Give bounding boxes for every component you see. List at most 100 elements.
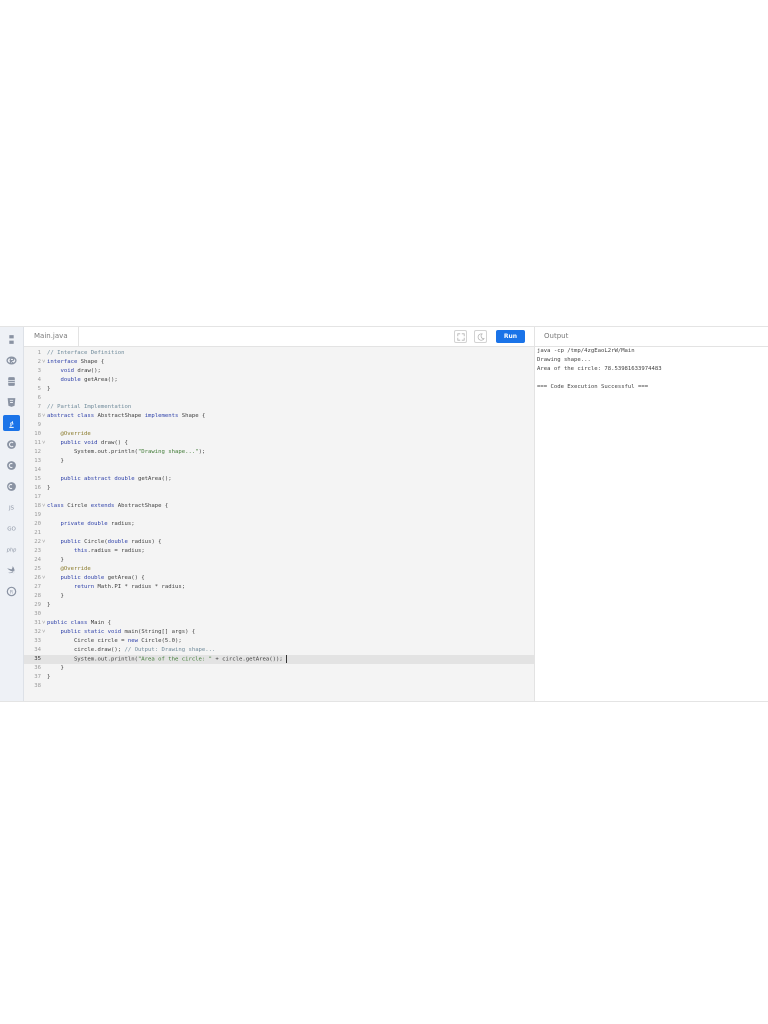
online-compiler-app: JS GO php R Main.java Run 1 // Interface Def… xyxy=(0,326,768,702)
code-line[interactable]: 31 ˅ public class Main { xyxy=(24,619,534,628)
code-text: @Override xyxy=(60,566,91,572)
line-number: 2 xyxy=(37,359,41,365)
line-number: 18 xyxy=(34,503,41,509)
code-line[interactable]: 37} xyxy=(24,673,534,682)
run-button[interactable]: Run xyxy=(496,330,525,343)
code-line[interactable]: 33 Circle circle = new Circle(5.0); xyxy=(24,637,534,646)
code-line[interactable]: 4 double getArea(); xyxy=(24,376,534,385)
theme-toggle-button[interactable] xyxy=(474,330,487,343)
code-text: } xyxy=(47,665,64,671)
code-text: public Circle(double radius) { xyxy=(60,539,162,545)
text-cursor xyxy=(285,655,287,663)
code-line[interactable]: 7 // Partial Implementation xyxy=(24,403,534,412)
java-icon xyxy=(9,420,14,428)
code-line[interactable]: 9 xyxy=(24,421,534,430)
fold-toggle[interactable]: ˅ xyxy=(42,574,46,583)
code-line[interactable]: 10 @Override xyxy=(24,430,534,439)
code-line[interactable]: 14 xyxy=(24,466,534,475)
code-text: } xyxy=(47,485,51,491)
code-text: interface Shape { xyxy=(47,359,105,365)
sidebar-item-swift[interactable] xyxy=(3,562,20,578)
rust-icon: R xyxy=(6,586,17,596)
sidebar-item-javascript[interactable]: JS xyxy=(3,499,20,515)
code-line[interactable]: 20 private double radius; xyxy=(24,520,534,529)
sidebar-item-r[interactable] xyxy=(3,352,20,368)
sidebar-item-cpp[interactable] xyxy=(3,457,20,473)
code-line[interactable]: 3 void draw(); xyxy=(24,367,534,376)
code-line[interactable]: 38 xyxy=(24,682,534,691)
code-line[interactable]: 23 this.radius = radius; xyxy=(24,547,534,556)
code-text: abstract class AbstractShape implements … xyxy=(47,413,206,419)
line-number: 30 xyxy=(34,611,41,617)
code-line[interactable]: 35 System.out.println("Area of the circl… xyxy=(24,655,534,664)
sidebar-item-html5[interactable] xyxy=(3,394,20,410)
code-line[interactable]: 16} xyxy=(24,484,534,493)
sidebar-item-python[interactable] xyxy=(3,331,20,347)
sidebar-item-database[interactable] xyxy=(3,373,20,389)
code-editor[interactable]: 1// Interface Definition 2 ˅ interface Shap… xyxy=(24,347,534,701)
sidebar-item-java[interactable] xyxy=(3,415,20,431)
line-number: 37 xyxy=(34,674,41,680)
code-text: circle.draw(); // Output: Drawing shape.… xyxy=(47,647,216,653)
code-line[interactable]: 36 } xyxy=(24,664,534,673)
sidebar-item-rust[interactable]: R xyxy=(3,583,20,599)
cpp-icon xyxy=(7,460,16,470)
fold-toggle[interactable]: ˅ xyxy=(42,439,46,448)
code-text: public double getArea() { xyxy=(60,575,145,581)
code-line[interactable]: 25 @Override xyxy=(24,565,534,574)
code-line[interactable]: 6 xyxy=(24,394,534,403)
code-line[interactable]: 5} xyxy=(24,385,534,394)
line-number: 8 xyxy=(37,413,41,419)
fullscreen-button[interactable] xyxy=(454,330,467,343)
fold-toggle[interactable]: ˅ xyxy=(42,412,46,421)
code-text: } xyxy=(47,458,64,464)
sidebar-item-c[interactable] xyxy=(3,436,20,452)
fold-toggle[interactable]: ˅ xyxy=(42,358,46,367)
line-number: 13 xyxy=(34,458,41,464)
code-line[interactable]: 18 ˅ class Circle extends AbstractShape { xyxy=(24,502,534,511)
code-line[interactable]: 2 ˅ interface Shape { xyxy=(24,358,534,367)
code-line[interactable]: 34 circle.draw(); // Output: Drawing sha… xyxy=(24,646,534,655)
code-line[interactable]: 26 ˅ public double getArea() { xyxy=(24,574,534,583)
file-tab[interactable]: Main.java xyxy=(24,327,79,346)
fold-toggle[interactable]: ˅ xyxy=(42,502,46,511)
code-text: // Partial Implementation xyxy=(47,404,132,410)
code-line[interactable]: 15 public abstract double getArea(); xyxy=(24,475,534,484)
svg-text:JS: JS xyxy=(8,505,15,511)
code-line[interactable]: 8 ˅ abstract class AbstractShape implement… xyxy=(24,412,534,421)
sidebar-item-php[interactable]: php xyxy=(3,541,20,557)
line-number: 19 xyxy=(34,512,41,518)
code-line[interactable]: 1 // Interface Definition xyxy=(24,349,534,358)
fold-toggle[interactable]: ˅ xyxy=(42,628,46,637)
code-line[interactable]: 27 return Math.PI * radius * radius; xyxy=(24,583,534,592)
sidebar-item-csharp[interactable] xyxy=(3,478,20,494)
code-line[interactable]: 12 System.out.println("Drawing shape..."… xyxy=(24,448,534,457)
svg-text:R: R xyxy=(10,589,14,595)
code-line[interactable]: 30 xyxy=(24,610,534,619)
moon-icon xyxy=(477,332,485,341)
html5-icon xyxy=(7,397,16,407)
code-line[interactable]: 28 } xyxy=(24,592,534,601)
javascript-icon: JS xyxy=(8,505,15,511)
csharp-icon xyxy=(7,481,16,491)
editor-pane: Main.java Run 1// Interface Definition 2 ˅… xyxy=(24,327,534,701)
code-line[interactable]: 19 xyxy=(24,511,534,520)
code-line[interactable]: 32 ˅ public static void main(String[] arg… xyxy=(24,628,534,637)
code-text: @Override xyxy=(60,431,91,437)
fold-toggle[interactable]: ˅ xyxy=(42,619,46,628)
line-number: 36 xyxy=(34,665,41,671)
code-line[interactable]: 17 xyxy=(24,493,534,502)
code-line[interactable]: 24 } xyxy=(24,556,534,565)
code-line[interactable]: 13 } xyxy=(24,457,534,466)
fold-toggle[interactable]: ˅ xyxy=(42,538,46,547)
output-title: Output xyxy=(535,327,768,347)
code-line[interactable]: 29} xyxy=(24,601,534,610)
line-number: 29 xyxy=(34,602,41,608)
editor-header: Main.java Run xyxy=(24,327,534,347)
code-line[interactable]: 22 ˅ public Circle(double radius) { xyxy=(24,538,534,547)
code-line[interactable]: 11 ˅ public void draw() { xyxy=(24,439,534,448)
line-number: 31 xyxy=(34,620,41,626)
sidebar-item-go[interactable]: GO xyxy=(3,520,20,536)
code-line[interactable]: 21 xyxy=(24,529,534,538)
database-icon xyxy=(8,376,15,386)
